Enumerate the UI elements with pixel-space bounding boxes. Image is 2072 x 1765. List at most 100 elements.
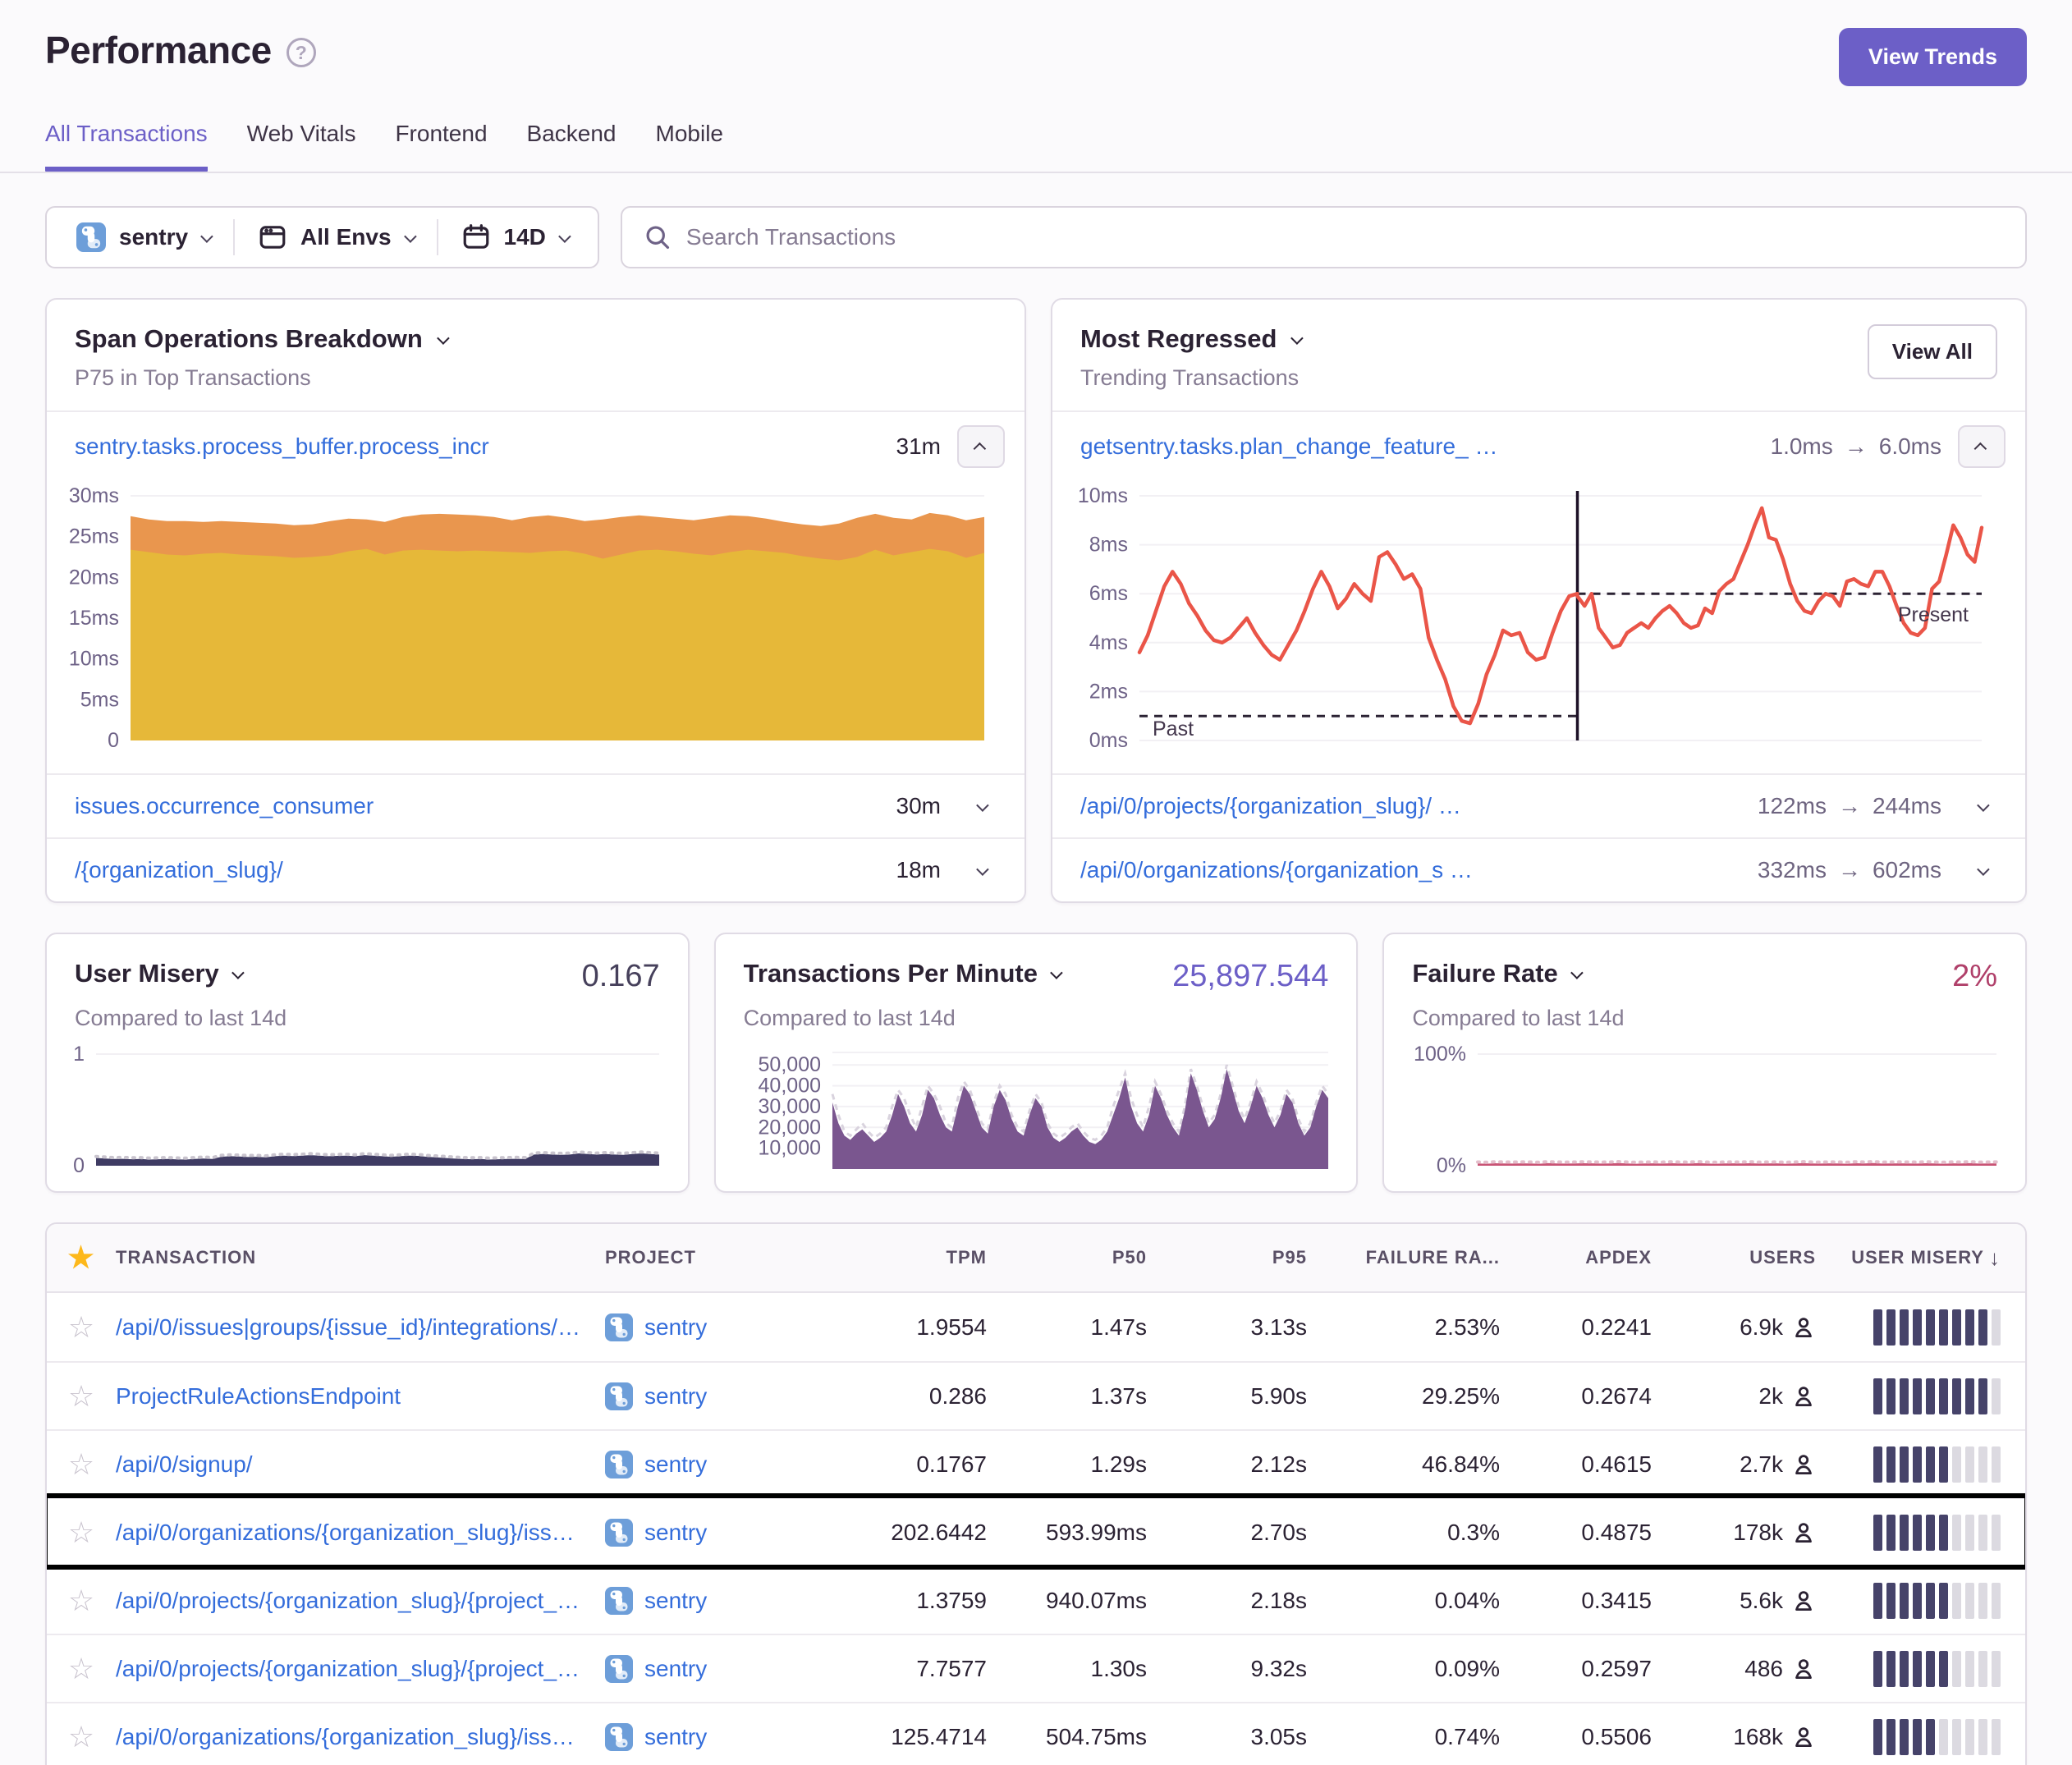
python-project-icon: [605, 1655, 633, 1683]
table-row[interactable]: ☆ ProjectRuleActionsEndpoint sentry 0.28…: [47, 1361, 2025, 1429]
failure-rate-title[interactable]: Failure Rate: [1412, 959, 1579, 988]
collapse-toggle-button[interactable]: [1958, 425, 2006, 468]
span-op-value: 30m: [896, 793, 941, 819]
svg-text:10,000: 10,000: [758, 1137, 820, 1160]
project-link[interactable]: sentry: [644, 1656, 707, 1682]
star-icon[interactable]: ☆: [47, 1379, 116, 1414]
col-p95[interactable]: P95: [1147, 1247, 1307, 1268]
col-users[interactable]: USERS: [1652, 1247, 1816, 1268]
favorites-star-icon[interactable]: ★: [47, 1240, 116, 1275]
star-icon[interactable]: ☆: [47, 1310, 116, 1345]
tpm-cell: 1.3759: [847, 1588, 987, 1614]
star-icon[interactable]: ☆: [47, 1584, 116, 1618]
col-user-misery[interactable]: USER MISERY ↓: [1816, 1245, 2025, 1271]
help-icon[interactable]: ?: [287, 38, 316, 67]
project-link[interactable]: sentry: [644, 1383, 707, 1410]
star-icon[interactable]: ☆: [47, 1515, 116, 1550]
p50-cell: 1.37s: [987, 1383, 1147, 1410]
view-trends-button[interactable]: View Trends: [1839, 28, 2027, 86]
user-icon: [1791, 1520, 1816, 1545]
tpm-chart[interactable]: 50,00040,00030,00020,00010,000: [716, 1031, 1357, 1191]
project-link[interactable]: sentry: [644, 1451, 707, 1478]
python-project-icon: [605, 1451, 633, 1478]
environment-filter[interactable]: All Envs: [235, 222, 436, 252]
regressed-link[interactable]: getsentry.tasks.plan_change_feature_ …: [1080, 433, 1758, 460]
user-misery-chart[interactable]: 10: [47, 1031, 688, 1191]
regressed-to-value: 6.0ms: [1879, 433, 1941, 460]
tpm-cell: 7.7577: [847, 1656, 987, 1682]
transaction-link[interactable]: /api/0/organizations/{organization_slug}…: [116, 1520, 605, 1546]
svg-text:40,000: 40,000: [758, 1075, 820, 1098]
tab-backend[interactable]: Backend: [527, 121, 617, 172]
python-project-icon: [605, 1587, 633, 1615]
view-all-button[interactable]: View All: [1868, 324, 1997, 379]
table-row[interactable]: ☆ /api/0/organizations/{organization_slu…: [47, 1702, 2025, 1765]
transaction-link[interactable]: /api/0/organizations/{organization_slug}…: [116, 1724, 605, 1750]
tab-mobile[interactable]: Mobile: [656, 121, 723, 172]
tab-frontend[interactable]: Frontend: [395, 121, 487, 172]
star-icon[interactable]: ☆: [47, 1652, 116, 1686]
table-row[interactable]: ☆ /api/0/issues|groups/{issue_id}/integr…: [47, 1293, 2025, 1361]
user-misery-scorebar: [1816, 1719, 2025, 1755]
transaction-link[interactable]: /api/0/signup/: [116, 1451, 605, 1478]
span-op-value: 18m: [896, 857, 941, 883]
transaction-link[interactable]: /api/0/projects/{organization_slug}/{pro…: [116, 1588, 605, 1614]
apdex-cell: 0.3415: [1500, 1588, 1652, 1614]
failure-rate-chart[interactable]: 100%0%: [1384, 1031, 2025, 1191]
span-operations-chart[interactable]: 30ms25ms20ms15ms10ms5ms0: [47, 481, 1025, 773]
project-link[interactable]: sentry: [644, 1520, 707, 1546]
star-icon[interactable]: ☆: [47, 1447, 116, 1482]
most-regressed-title[interactable]: Most Regressed: [1080, 324, 1300, 354]
span-operations-title[interactable]: Span Operations Breakdown: [75, 324, 447, 354]
search-input[interactable]: [686, 224, 2004, 250]
user-misery-title[interactable]: User Misery: [75, 959, 241, 988]
col-transaction[interactable]: TRANSACTION: [116, 1247, 605, 1268]
span-op-link[interactable]: issues.occurrence_consumer: [75, 793, 883, 819]
project-link[interactable]: sentry: [644, 1724, 707, 1750]
table-row[interactable]: ☆ /api/0/projects/{organization_slug}/{p…: [47, 1566, 2025, 1634]
regressed-link[interactable]: /api/0/organizations/{organization_s …: [1080, 857, 1744, 883]
col-failure-rate[interactable]: FAILURE RA...: [1307, 1247, 1500, 1268]
col-apdex[interactable]: APDEX: [1500, 1247, 1652, 1268]
col-tpm[interactable]: TPM: [847, 1247, 987, 1268]
tpm-cell: 1.9554: [847, 1314, 987, 1341]
tpm-cell: 202.6442: [847, 1520, 987, 1546]
tpm-title[interactable]: Transactions Per Minute: [744, 959, 1060, 988]
tab-web-vitals[interactable]: Web Vitals: [247, 121, 356, 172]
svg-text:5ms: 5ms: [80, 688, 119, 711]
chevron-down-icon: [976, 863, 989, 876]
col-p50[interactable]: P50: [987, 1247, 1147, 1268]
regressed-link[interactable]: /api/0/projects/{organization_slug}/ …: [1080, 793, 1744, 819]
transaction-link[interactable]: /api/0/projects/{organization_slug}/{pro…: [116, 1656, 605, 1682]
p50-cell: 593.99ms: [987, 1520, 1147, 1546]
table-row[interactable]: ☆ /api/0/projects/{organization_slug}/{p…: [47, 1634, 2025, 1702]
span-op-link[interactable]: sentry.tasks.process_buffer.process_incr: [75, 433, 883, 460]
project-filter[interactable]: sentry: [53, 222, 233, 252]
col-project[interactable]: PROJECT: [605, 1247, 847, 1268]
project-cell: sentry: [605, 1451, 847, 1478]
transaction-link[interactable]: ProjectRuleActionsEndpoint: [116, 1383, 605, 1410]
chevron-down-icon: [1570, 966, 1584, 979]
project-link[interactable]: sentry: [644, 1314, 707, 1341]
user-icon: [1791, 1657, 1816, 1681]
expand-toggle[interactable]: [957, 802, 1005, 811]
user-misery-panel: User Misery 0.167 Compared to last 14d 1…: [45, 933, 690, 1193]
most-regressed-panel: Most Regressed Trending Transactions Vie…: [1051, 298, 2027, 903]
span-op-row: issues.occurrence_consumer 30m: [47, 773, 1025, 837]
project-link[interactable]: sentry: [644, 1588, 707, 1614]
expand-toggle[interactable]: [1958, 866, 2006, 875]
date-range-filter[interactable]: 14D: [438, 222, 591, 252]
failure-rate-value: 2%: [1952, 959, 1997, 994]
expand-toggle[interactable]: [957, 866, 1005, 875]
svg-text:1: 1: [73, 1044, 85, 1066]
span-op-link[interactable]: /{organization_slug}/: [75, 857, 883, 883]
table-row[interactable]: ☆ /api/0/organizations/{organization_slu…: [47, 1497, 2025, 1566]
tab-all-transactions[interactable]: All Transactions: [45, 121, 208, 172]
table-row[interactable]: ☆ /api/0/signup/ sentry 0.1767 1.29s 2.1…: [47, 1429, 2025, 1497]
tpm-cell: 0.1767: [847, 1451, 987, 1478]
most-regressed-chart[interactable]: 10ms8ms6ms4ms2ms0msPastPresent: [1052, 481, 2025, 773]
transaction-link[interactable]: /api/0/issues|groups/{issue_id}/integrat…: [116, 1314, 605, 1341]
expand-toggle[interactable]: [1958, 802, 2006, 811]
star-icon[interactable]: ☆: [47, 1720, 116, 1754]
collapse-toggle-button[interactable]: [957, 425, 1005, 468]
